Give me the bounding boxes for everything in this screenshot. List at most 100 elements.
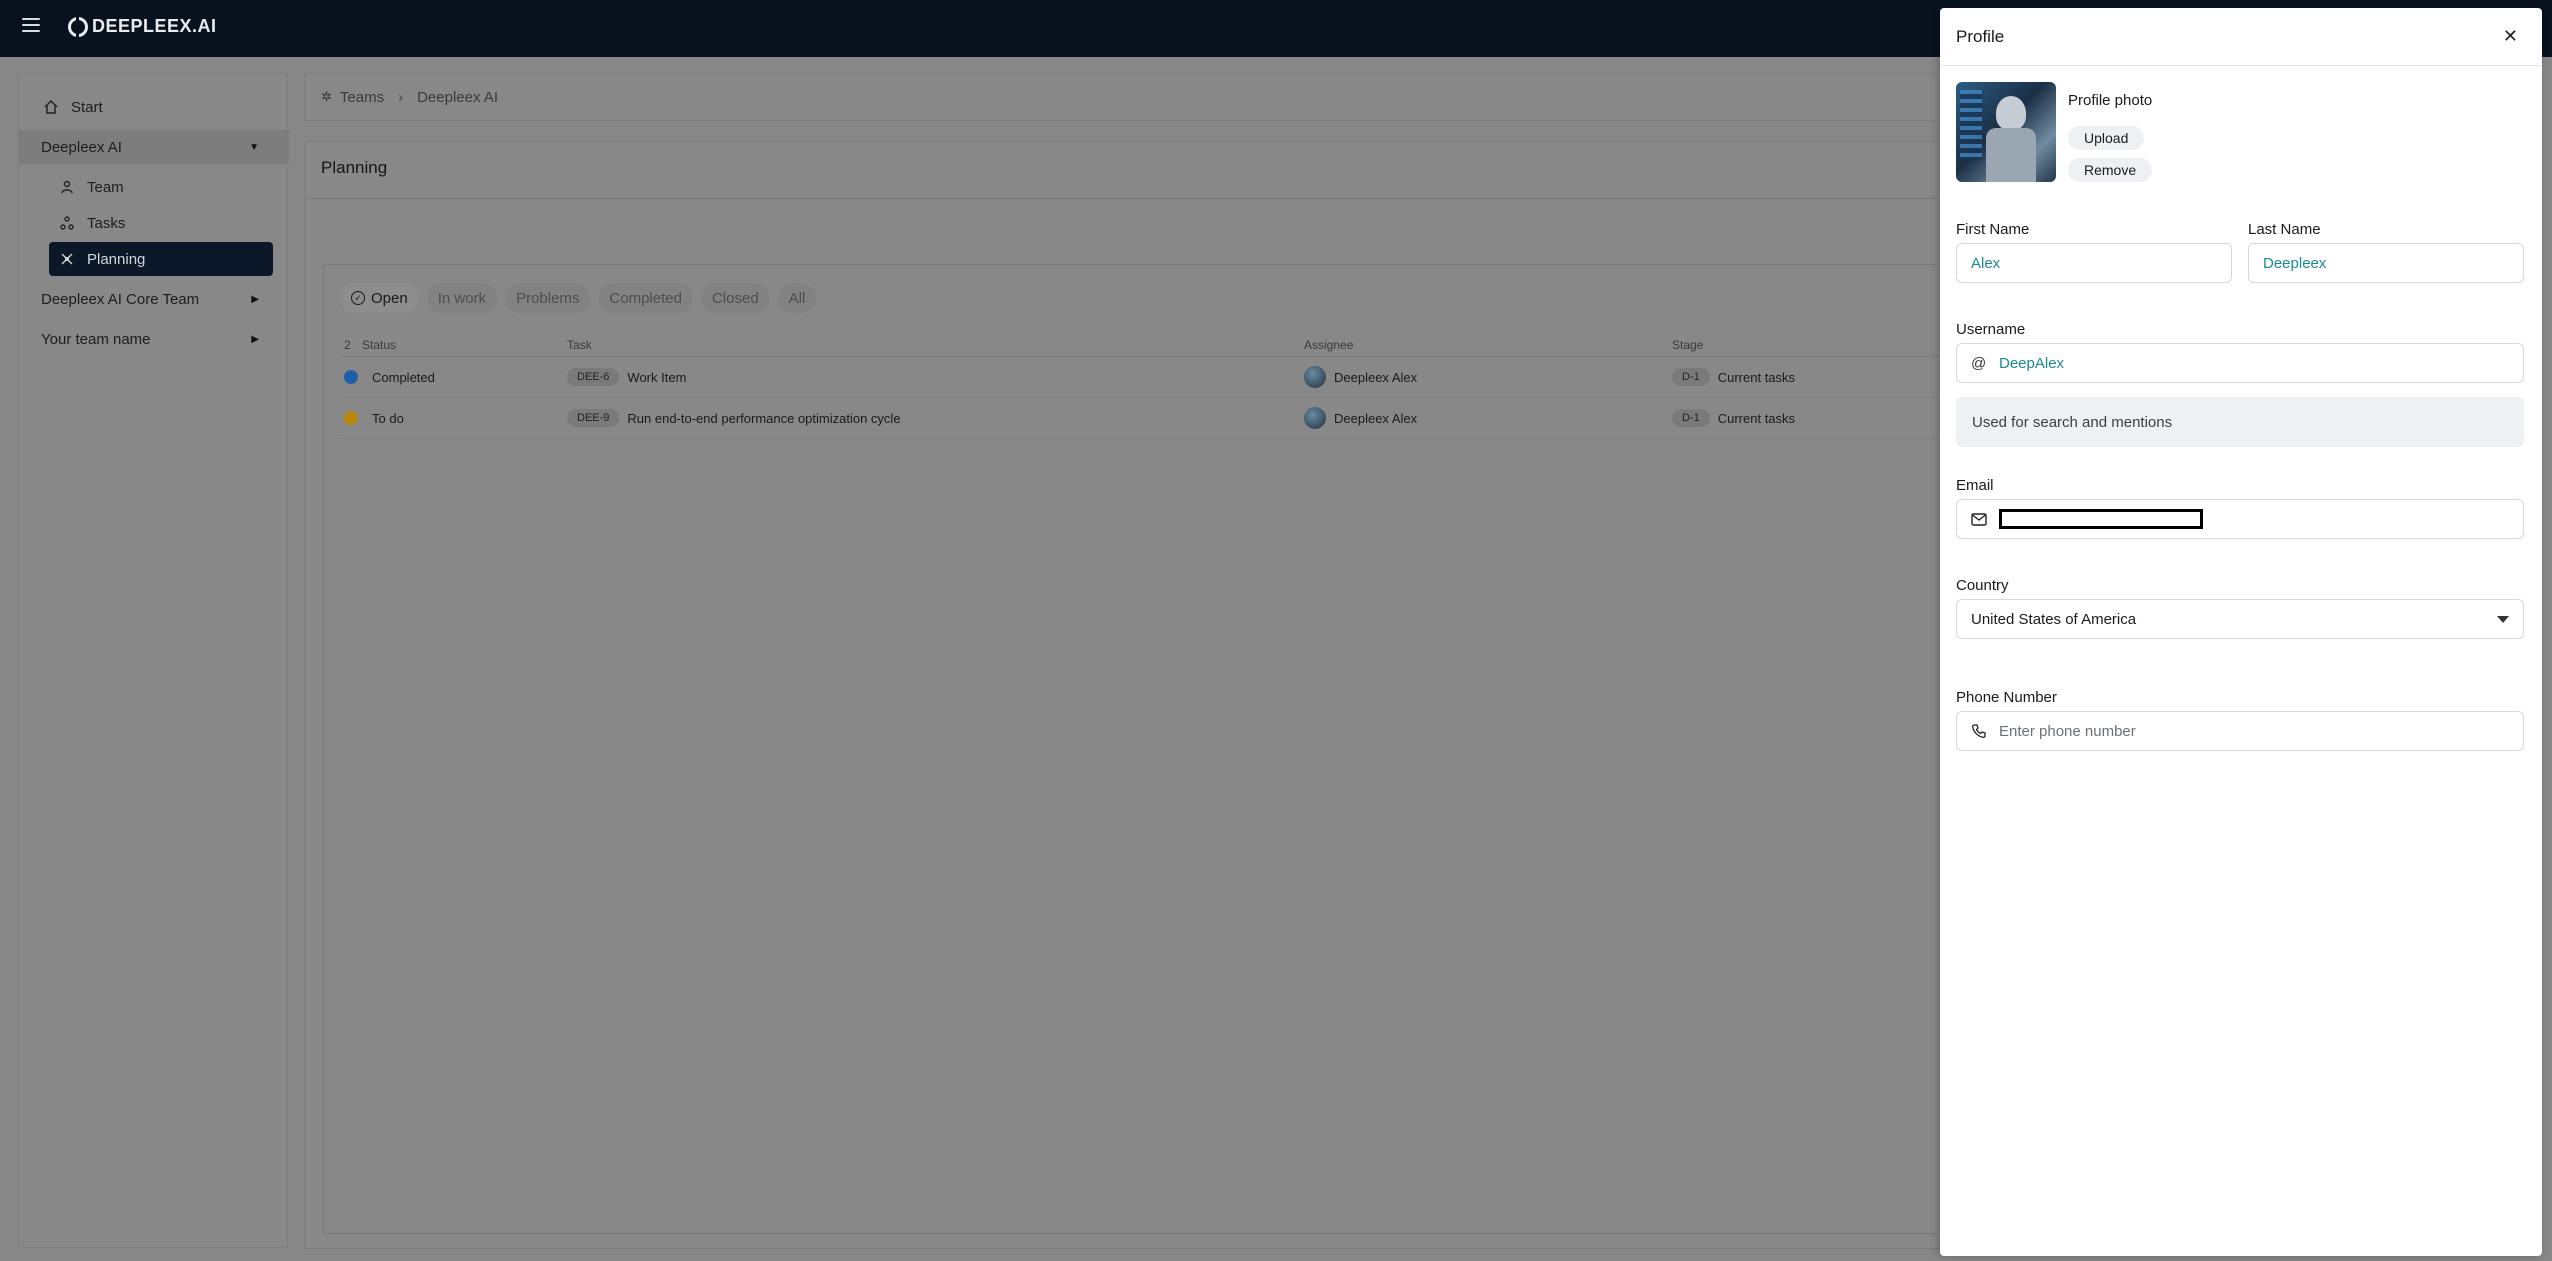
brand-logo[interactable]: DEEPLEEX.AI — [68, 16, 217, 37]
status-text: To do — [372, 410, 404, 426]
home-icon — [43, 99, 59, 115]
check-circle-icon — [344, 370, 358, 384]
phone-field[interactable]: Enter phone number — [1956, 711, 2524, 751]
upload-button[interactable]: Upload — [2068, 126, 2145, 150]
stage-name: Current tasks — [1717, 369, 1796, 385]
profile-photo-label: Profile photo — [2068, 92, 2153, 109]
sidebar-item-deepleex-ai[interactable]: Deepleex AI ▼ — [19, 130, 289, 164]
profile-photo — [1956, 82, 2056, 182]
sidebar-item-team[interactable]: Team — [49, 170, 273, 204]
brand-name: DEEPLEEX.AI — [92, 16, 217, 36]
avatar — [1304, 366, 1326, 388]
sidebar-item-core-team[interactable]: Deepleex AI Core Team ▶ — [19, 282, 289, 316]
stage-cell: D-1 Current tasks — [1672, 409, 1952, 427]
header-stage[interactable]: Stage — [1672, 338, 1952, 352]
header-task[interactable]: Task — [567, 338, 1304, 352]
menu-icon[interactable] — [22, 18, 40, 32]
table-row[interactable]: To do DEE-9 Run end-to-end performance o… — [340, 398, 1956, 439]
country-label: Country — [1956, 577, 2009, 594]
stage-name: Current tasks — [1717, 410, 1796, 426]
last-name-label: Last Name — [2248, 221, 2321, 238]
task-table: 2 Status Task Assignee Stage Completed D… — [340, 333, 1956, 439]
filter-open[interactable]: ✓ Open — [340, 283, 419, 313]
filter-problems[interactable]: Problems — [505, 283, 591, 313]
username-label: Username — [1956, 321, 2026, 338]
at-icon: @ — [1971, 354, 1987, 372]
close-icon[interactable]: ✕ — [2503, 26, 2518, 47]
task-cell[interactable]: DEE-6 Work Item — [567, 368, 1304, 386]
sidebar-item-label: Start — [71, 98, 103, 116]
filter-closed[interactable]: Closed — [700, 283, 770, 313]
first-name-value: Alex — [1971, 254, 2001, 272]
task-title: Work Item — [627, 369, 687, 385]
photo-robot-body — [1986, 128, 2036, 182]
sidebar-item-label: Deepleex AI Core Team — [41, 290, 200, 308]
header-assignee[interactable]: Assignee — [1304, 338, 1672, 352]
username-hint: Used for search and mentions — [1956, 397, 2524, 447]
team-icon — [59, 179, 75, 195]
sidebar-item-start[interactable]: Start — [19, 90, 289, 124]
filter-label: All — [788, 289, 806, 307]
status-cell: To do — [344, 410, 567, 426]
planning-icon: ✲ — [321, 89, 332, 104]
filter-label: Closed — [711, 289, 759, 307]
filter-label: Open — [371, 289, 408, 307]
assignee-name: Deepleex Alex — [1334, 410, 1418, 426]
assignee-cell: Deepleex Alex — [1304, 366, 1672, 388]
filter-label: In work — [437, 289, 487, 307]
filter-label: Completed — [609, 289, 682, 307]
breadcrumb-teams[interactable]: Teams — [340, 89, 384, 106]
filter-label: Problems — [516, 289, 580, 307]
table-header: 2 Status Task Assignee Stage — [340, 333, 1956, 357]
chevron-right-icon: › — [398, 88, 404, 106]
username-value: DeepAlex — [1999, 354, 2065, 372]
assignee-name: Deepleex Alex — [1334, 369, 1418, 385]
breadcrumb-current[interactable]: Deepleex AI — [417, 89, 498, 106]
filter-in-work[interactable]: In work — [426, 283, 498, 313]
todo-circle-icon — [344, 411, 358, 425]
mail-icon — [1971, 512, 1989, 526]
breadcrumb: ✲ Teams › Deepleex AI — [304, 73, 1954, 121]
remove-button[interactable]: Remove — [2068, 158, 2153, 182]
last-name-field[interactable]: Deepleex — [2248, 243, 2524, 283]
sidebar-item-label: Planning — [87, 250, 146, 268]
phone-label: Phone Number — [1956, 689, 2057, 706]
task-key: DEE-9 — [567, 409, 620, 427]
country-select[interactable]: United States of America — [1956, 599, 2524, 639]
caret-right-icon: ▶ — [251, 333, 259, 345]
photo-robot-head — [1996, 96, 2026, 130]
country-value: United States of America — [1971, 610, 2137, 628]
sidebar-item-tasks[interactable]: Tasks — [49, 206, 273, 240]
drawer-title: Profile — [1956, 26, 2005, 46]
filter-all[interactable]: All — [777, 283, 817, 313]
sidebar-item-label: Tasks — [87, 214, 126, 232]
task-title: Run end-to-end performance optimization … — [627, 410, 901, 426]
status-text: Completed — [372, 369, 435, 385]
sidebar-item-your-team[interactable]: Your team name ▶ — [19, 322, 289, 356]
drawer-header: Profile — [1940, 8, 2542, 66]
first-name-field[interactable]: Alex — [1956, 243, 2232, 283]
task-cell[interactable]: DEE-9 Run end-to-end performance optimiz… — [567, 409, 1304, 427]
photo-panel — [1960, 90, 1982, 160]
username-field[interactable]: @ DeepAlex — [1956, 343, 2524, 383]
email-field[interactable] — [1956, 499, 2524, 539]
phone-icon — [1971, 723, 1989, 739]
stage-key: D-1 — [1672, 409, 1710, 427]
sidebar-item-label: Your team name — [41, 330, 151, 348]
filter-completed[interactable]: Completed — [598, 283, 693, 313]
status-cell: Completed — [344, 369, 567, 385]
sidebar-item-label: Deepleex AI — [41, 138, 122, 156]
planning-icon — [59, 251, 75, 267]
task-board: ✓ Open In work Problems Completed Closed… — [323, 264, 1956, 1234]
email-label: Email — [1956, 477, 1994, 494]
sidebar: Start Deepleex AI ▼ Team Tasks Planning … — [18, 73, 289, 1248]
task-key: DEE-6 — [567, 368, 620, 386]
caret-down-icon: ▼ — [249, 141, 259, 153]
table-row[interactable]: Completed DEE-6 Work Item Deepleex Alex … — [340, 357, 1956, 398]
sidebar-item-planning[interactable]: Planning — [49, 242, 273, 276]
sidebar-item-label: Team — [87, 178, 124, 196]
header-status[interactable]: Status — [362, 338, 567, 352]
main-panel: Planning ✓ Open In work Problems Complet… — [304, 141, 1956, 1249]
divider — [305, 198, 1953, 199]
first-name-label: First Name — [1956, 221, 2030, 238]
